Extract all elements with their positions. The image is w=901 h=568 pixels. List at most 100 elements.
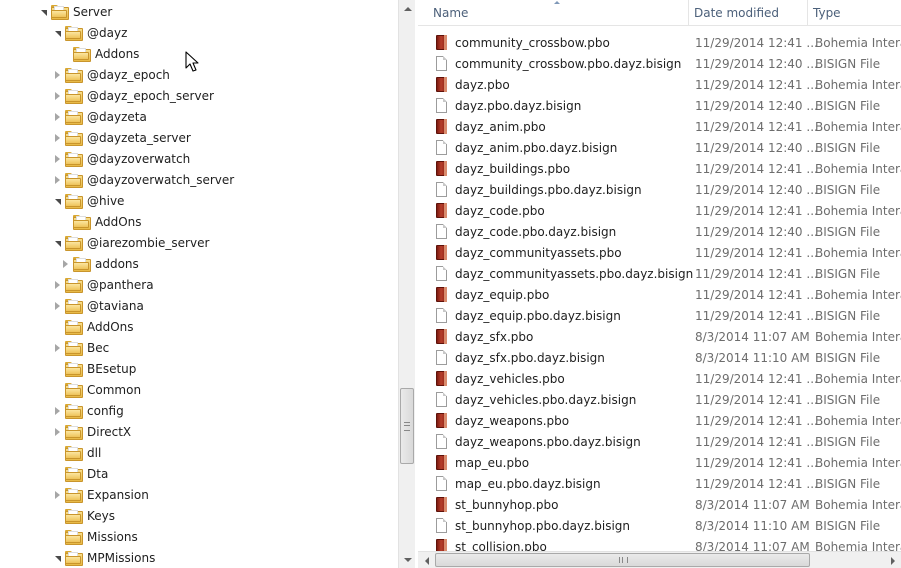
collapsed-chevron-icon[interactable] xyxy=(52,91,62,101)
file-date-modified: 11/29/2014 12:40 ... xyxy=(695,140,818,155)
tree-item[interactable]: Bec xyxy=(52,337,109,358)
tree-item-label: @dayz_epoch_server xyxy=(87,88,214,103)
file-row[interactable]: dayz_anim.pbo.dayz.bisign 11/29/2014 12:4… xyxy=(418,137,901,158)
file-row[interactable]: dayz_communityassets.pbo 11/29/2014 12:41… xyxy=(418,242,901,263)
file-name: dayz_vehicles.pbo.dayz.bisign xyxy=(455,392,637,407)
tree-item[interactable]: MPMissions xyxy=(52,547,155,568)
collapsed-chevron-icon[interactable] xyxy=(52,490,62,500)
scroll-right-arrow-icon[interactable] xyxy=(884,552,901,568)
tree-item[interactable]: Missions xyxy=(52,526,138,547)
collapsed-chevron-icon[interactable] xyxy=(52,112,62,122)
file-row[interactable]: map_eu.pbo.dayz.bisign 11/29/2014 12:41 .… xyxy=(418,473,901,494)
tree-item[interactable]: Expansion xyxy=(52,484,149,505)
expanded-chevron-icon[interactable] xyxy=(52,238,62,248)
tree-item-label: Addons xyxy=(95,46,140,61)
file-row[interactable]: st_bunnyhop.pbo 8/3/2014 11:07 AM Bohemia … xyxy=(418,494,901,515)
collapsed-chevron-icon[interactable] xyxy=(52,70,62,80)
file-type: Bohemia Interac xyxy=(815,77,901,92)
file-row[interactable]: dayz_vehicles.pbo 11/29/2014 12:41 ... Boh… xyxy=(418,368,901,389)
document-file-icon xyxy=(436,476,447,491)
tree-vertical-scrollbar[interactable] xyxy=(398,0,415,568)
tree-item[interactable]: Server xyxy=(38,1,112,22)
file-row[interactable]: dayz_weapons.pbo.dayz.bisign 11/29/2014 1… xyxy=(418,431,901,452)
file-row[interactable]: dayz.pbo.dayz.bisign 11/29/2014 12:40 ...… xyxy=(418,95,901,116)
tree-item[interactable]: config xyxy=(52,400,124,421)
file-row[interactable]: st_bunnyhop.pbo.dayz.bisign 8/3/2014 11:1… xyxy=(418,515,901,536)
file-name: dayz_sfx.pbo xyxy=(455,329,534,344)
collapsed-chevron-icon[interactable] xyxy=(52,133,62,143)
scroll-left-arrow-icon[interactable] xyxy=(418,552,435,568)
file-name: dayz_equip.pbo xyxy=(455,287,550,302)
tree-item[interactable]: Common xyxy=(52,379,141,400)
file-row[interactable]: dayz_buildings.pbo 11/29/2014 12:41 ... Bo… xyxy=(418,158,901,179)
file-list[interactable]: Name Date modified Type community_crossb… xyxy=(418,0,901,568)
column-header-type[interactable]: Type xyxy=(808,0,901,26)
collapsed-chevron-icon[interactable] xyxy=(52,301,62,311)
tree-item[interactable]: DirectX xyxy=(52,421,131,442)
tree-item[interactable]: @panthera xyxy=(52,274,154,295)
file-row[interactable]: map_eu.pbo 11/29/2014 12:41 ... Bohemia In… xyxy=(418,452,901,473)
tree-item[interactable]: @dayzeta_server xyxy=(52,127,191,148)
file-date-modified: 11/29/2014 12:41 ... xyxy=(695,392,818,407)
collapsed-chevron-icon[interactable] xyxy=(52,406,62,416)
file-row[interactable]: dayz_sfx.pbo 8/3/2014 11:07 AM Bohemia Int… xyxy=(418,326,901,347)
tree-item[interactable]: @dayzeta xyxy=(52,106,147,127)
folder-icon xyxy=(65,341,83,356)
tree-item[interactable]: @hive xyxy=(52,190,124,211)
tree-item-label: @dayzoverwatch_server xyxy=(87,172,235,187)
tree-item[interactable]: AddOns xyxy=(52,316,134,337)
file-row[interactable]: dayz_anim.pbo 11/29/2014 12:41 ... Bohemia… xyxy=(418,116,901,137)
column-header-name[interactable]: Name xyxy=(428,0,689,26)
tree-item[interactable]: @dayzoverwatch_server xyxy=(52,169,234,190)
tree-item[interactable]: Addons xyxy=(56,43,398,66)
file-row[interactable]: dayz_vehicles.pbo.dayz.bisign 11/29/2014 … xyxy=(418,389,901,410)
tree-item[interactable]: @dayz xyxy=(52,22,127,43)
folder-icon xyxy=(65,299,83,314)
scroll-up-arrow-icon[interactable] xyxy=(399,0,416,17)
collapsed-chevron-icon[interactable] xyxy=(52,280,62,290)
file-row[interactable]: dayz_code.pbo.dayz.bisign 11/29/2014 12:4… xyxy=(418,221,901,242)
expanded-chevron-icon[interactable] xyxy=(38,7,48,17)
collapsed-chevron-icon[interactable] xyxy=(52,427,62,437)
file-row[interactable]: dayz_code.pbo 11/29/2014 12:41 ... Bohemia… xyxy=(418,200,901,221)
tree-item[interactable]: @dayz_epoch_server xyxy=(52,85,214,106)
tree-item[interactable]: AddOns xyxy=(60,211,142,232)
expanded-chevron-icon[interactable] xyxy=(52,553,62,563)
file-date-modified: 11/29/2014 12:41 ... xyxy=(695,266,818,281)
list-scrollbar-thumb[interactable] xyxy=(435,553,810,567)
file-row[interactable]: dayz_sfx.pbo.dayz.bisign 8/3/2014 11:10 A… xyxy=(418,347,901,368)
tree-scrollbar-thumb[interactable] xyxy=(400,388,414,464)
tree-item[interactable]: addons xyxy=(60,253,139,274)
file-row[interactable]: community_crossbow.pbo 11/29/2014 12:41 .… xyxy=(418,32,901,53)
collapsed-chevron-icon[interactable] xyxy=(52,154,62,164)
folder-tree[interactable]: Server @dayz Addons @dayz_epoch @dayz_epoch_… xyxy=(0,0,398,568)
tree-item[interactable]: @iarezombie_server xyxy=(52,232,209,253)
file-row[interactable]: dayz_equip.pbo.dayz.bisign 11/29/2014 12:… xyxy=(418,305,901,326)
tree-item[interactable]: Keys xyxy=(52,505,115,526)
file-row[interactable]: dayz_weapons.pbo 11/29/2014 12:41 ... Bohe… xyxy=(418,410,901,431)
expanded-chevron-icon[interactable] xyxy=(52,196,62,206)
tree-item[interactable]: @taviana xyxy=(52,295,144,316)
tree-item[interactable]: dll xyxy=(52,442,101,463)
file-type: BISIGN File xyxy=(815,392,881,407)
list-horizontal-scrollbar[interactable] xyxy=(418,551,901,568)
tree-item[interactable]: Dta xyxy=(52,463,108,484)
file-row[interactable]: dayz_equip.pbo 11/29/2014 12:41 ... Bohemi… xyxy=(418,284,901,305)
collapsed-chevron-icon[interactable] xyxy=(52,175,62,185)
tree-item-label: Server xyxy=(73,4,113,19)
file-row[interactable]: dayz_communityassets.pbo.dayz.bisign 11/2… xyxy=(418,263,901,284)
column-header-date-modified[interactable]: Date modified xyxy=(689,0,808,26)
collapsed-chevron-icon[interactable] xyxy=(52,343,62,353)
document-file-icon xyxy=(436,308,447,323)
tree-item[interactable]: BEsetup xyxy=(52,358,136,379)
scroll-down-arrow-icon[interactable] xyxy=(399,551,416,568)
file-row[interactable]: dayz.pbo 11/29/2014 12:41 ... Bohemia Inte… xyxy=(418,74,901,95)
tree-item[interactable]: @dayzoverwatch xyxy=(52,148,190,169)
tree-item[interactable]: @dayz_epoch xyxy=(52,64,170,85)
file-date-modified: 11/29/2014 12:41 ... xyxy=(695,476,818,491)
tree-item-label: AddOns xyxy=(95,214,142,229)
collapsed-chevron-icon[interactable] xyxy=(60,259,70,269)
file-row[interactable]: community_crossbow.pbo.dayz.bisign 11/29/… xyxy=(418,53,901,74)
file-row[interactable]: dayz_buildings.pbo.dayz.bisign 11/29/2014… xyxy=(418,179,901,200)
expanded-chevron-icon[interactable] xyxy=(52,28,62,38)
